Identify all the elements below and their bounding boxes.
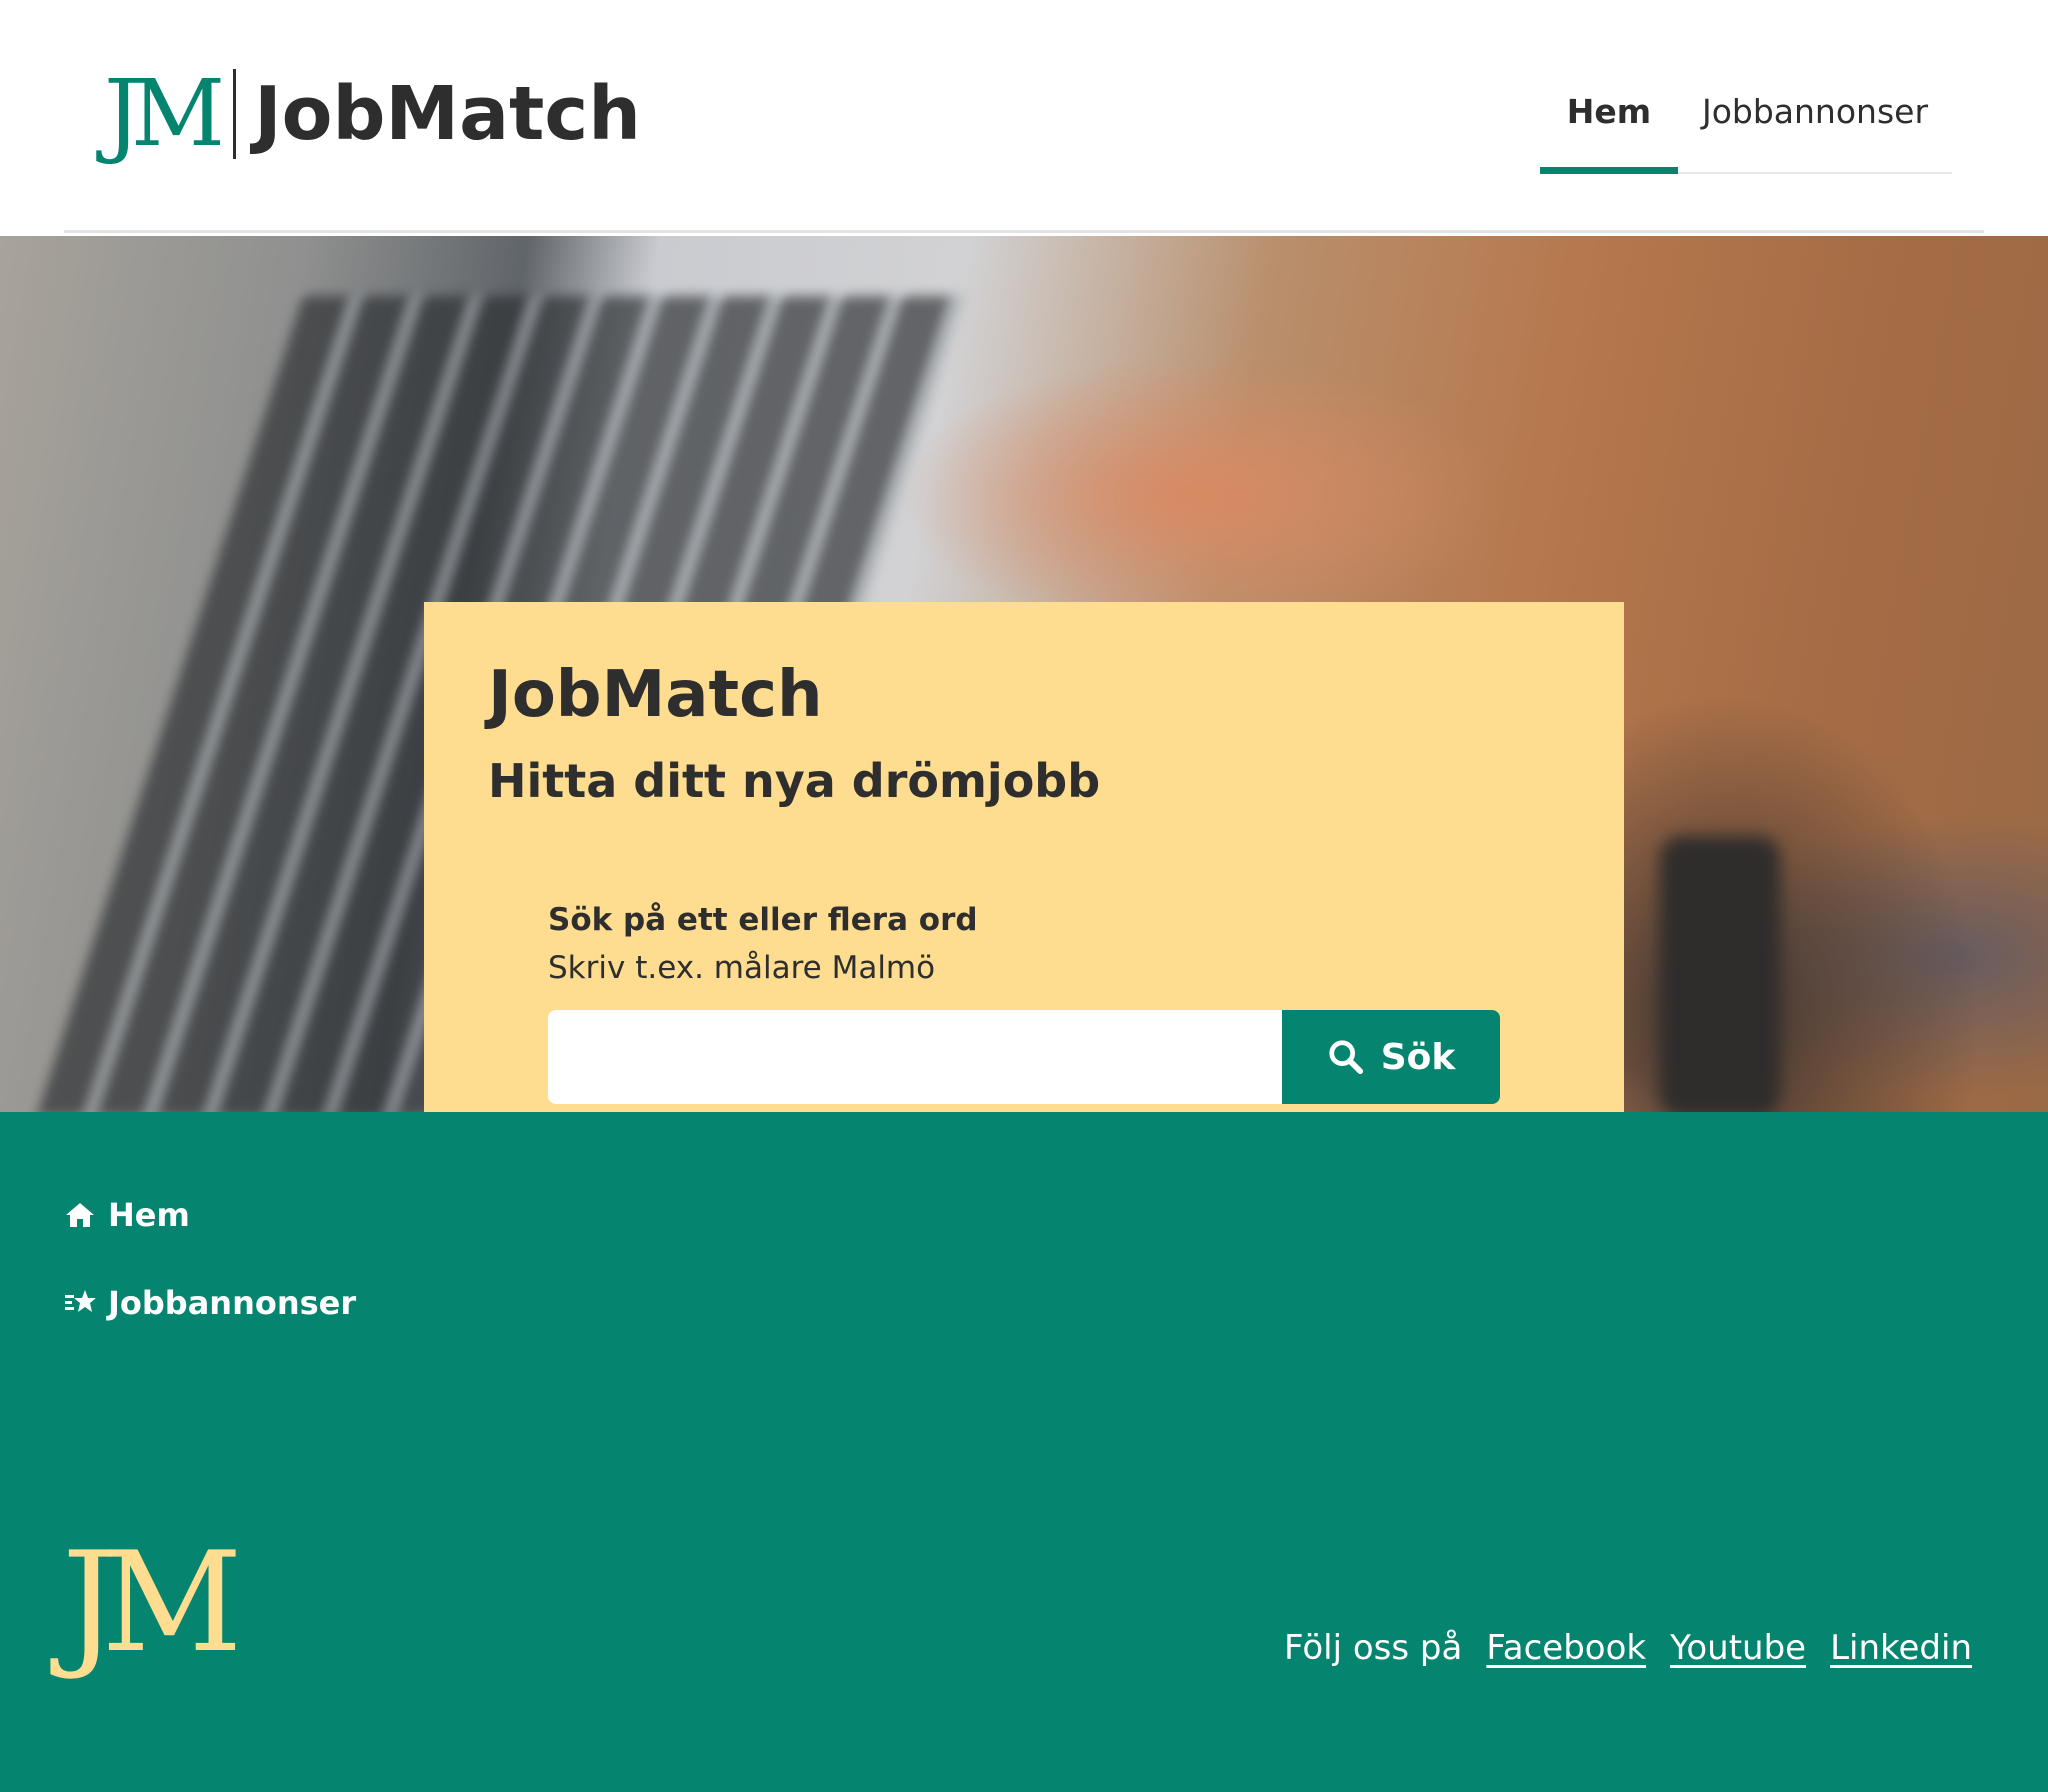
- logo-divider: [233, 69, 237, 159]
- header-divider: [64, 230, 1984, 233]
- footer-link-label: Hem: [108, 1196, 190, 1234]
- search-label: Sök på ett eller flera ord: [548, 902, 978, 938]
- footer-logo: JM: [62, 1522, 243, 1683]
- main-nav: Hem Jobbannonser: [1540, 80, 1952, 174]
- nav-item-hem[interactable]: Hem: [1540, 80, 1678, 174]
- hero-subtitle: Hitta ditt nya drömjobb: [488, 754, 1101, 808]
- search-card: JobMatch Hitta ditt nya drömjobb Sök på …: [424, 602, 1624, 1112]
- hero-background-watch: [1660, 836, 1780, 1112]
- logo-mark: JM: [104, 60, 225, 167]
- hero-section: JobMatch Hitta ditt nya drömjobb Sök på …: [0, 236, 2048, 1112]
- linkedin-link[interactable]: Linkedin: [1830, 1628, 1972, 1668]
- youtube-link[interactable]: Youtube: [1670, 1628, 1806, 1668]
- search-button-label: Sök: [1380, 1036, 1456, 1078]
- search-button[interactable]: Sök: [1282, 1010, 1500, 1104]
- site-header: JM JobMatch Hem Jobbannonser: [0, 0, 2048, 236]
- footer-link-hem[interactable]: Hem: [64, 1196, 190, 1234]
- footer-link-jobbannonser[interactable]: Jobbannonser: [64, 1284, 356, 1322]
- search-hint: Skriv t.ex. målare Malmö: [548, 950, 936, 986]
- social-links: Följ oss på Facebook Youtube Linkedin: [1284, 1628, 1972, 1668]
- hero-title: JobMatch: [488, 658, 823, 732]
- nav-item-jobbannonser[interactable]: Jobbannonser: [1678, 80, 1952, 174]
- home-icon: [66, 1203, 94, 1227]
- facebook-link[interactable]: Facebook: [1486, 1628, 1646, 1668]
- social-prefix: Följ oss på: [1284, 1628, 1463, 1668]
- list-star-icon: [65, 1290, 96, 1312]
- search-icon: [1329, 1040, 1363, 1075]
- site-logo[interactable]: JM JobMatch: [104, 64, 641, 164]
- footer-link-label: Jobbannonser: [108, 1284, 357, 1322]
- search-input[interactable]: [548, 1010, 1282, 1104]
- logo-text: JobMatch: [254, 71, 641, 157]
- site-footer: Hem Jobbannonser JM Följ oss på Facebook…: [0, 1112, 2048, 1792]
